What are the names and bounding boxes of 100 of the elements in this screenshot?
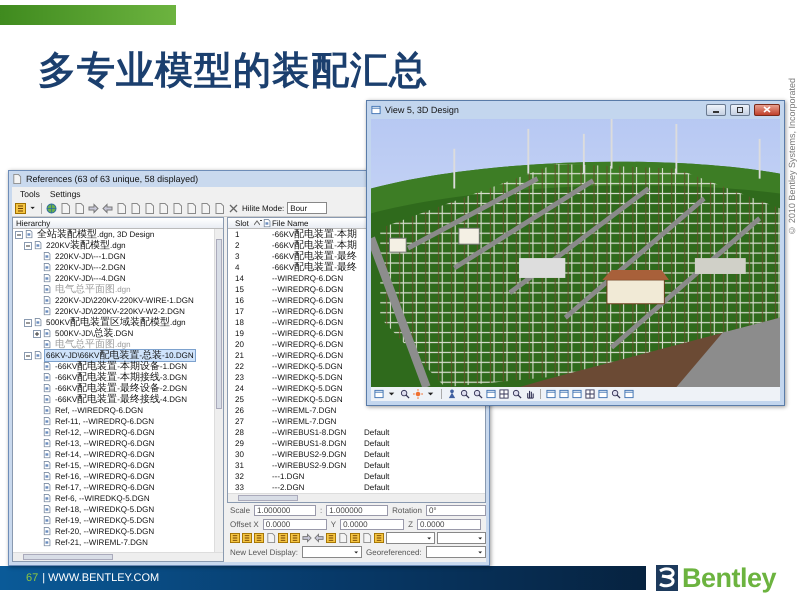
file-icon[interactable] — [43, 461, 52, 470]
tree-item[interactable]: 220KV-JD\---2.DGN — [54, 262, 127, 273]
menu-item[interactable]: Tools — [20, 188, 40, 198]
left-arrow-icon[interactable] — [102, 202, 113, 214]
document-icon[interactable] — [214, 202, 225, 214]
list-icon[interactable] — [326, 533, 336, 543]
horizontal-scrollbar[interactable] — [228, 493, 485, 502]
list-icon[interactable] — [350, 533, 360, 543]
document-icon[interactable] — [172, 202, 183, 214]
document-icon[interactable] — [158, 202, 169, 214]
window-icon[interactable] — [572, 389, 582, 400]
caret-icon[interactable] — [29, 204, 37, 212]
magnifier-icon[interactable] — [512, 389, 522, 400]
document-icon[interactable] — [266, 533, 276, 543]
document-icon[interactable] — [130, 202, 141, 214]
document-icon[interactable] — [186, 202, 197, 214]
tree-item[interactable]: 220KV-JD\220KV-220KV-WIRE-1.DGN — [54, 295, 195, 306]
cross-icon[interactable] — [228, 202, 239, 214]
tree-item[interactable]: 66KV-JD\66KV配电装置-总装-10.DGN — [45, 350, 195, 361]
hilite-mode-dropdown[interactable]: Bour — [287, 202, 328, 214]
person-icon[interactable] — [447, 389, 457, 400]
file-icon[interactable] — [43, 516, 52, 525]
left-arrow-icon[interactable] — [314, 533, 324, 543]
file-icon[interactable] — [43, 439, 52, 448]
list-icon[interactable] — [230, 533, 240, 543]
document-icon[interactable] — [362, 533, 372, 543]
file-icon[interactable] — [43, 527, 52, 536]
tree-item[interactable]: 220KV-JD\---1.DGN — [54, 251, 127, 262]
file-icon[interactable] — [43, 296, 52, 305]
list-icon[interactable] — [242, 533, 252, 543]
document-icon[interactable] — [338, 533, 348, 543]
tree-item[interactable]: Ref-19, --WIREDKQ-5.DGN — [54, 515, 156, 526]
right-arrow-icon[interactable] — [88, 202, 99, 214]
file-icon[interactable] — [43, 263, 52, 272]
window-icon[interactable] — [559, 389, 569, 400]
file-icon[interactable] — [43, 505, 52, 514]
input-field[interactable]: 0.0000 — [262, 518, 327, 530]
tree-item[interactable]: -66KV配电装置-最终设备-2.DGN — [54, 383, 188, 394]
tree-item[interactable]: -66KV配电装置-本期接线-3.DGN — [54, 372, 188, 383]
file-icon[interactable] — [43, 472, 52, 481]
tree-item[interactable]: Ref-15, --WIREDRQ-6.DGN — [54, 460, 156, 471]
tree-item[interactable]: 全站装配模型.dgn, 3D Design — [36, 229, 156, 240]
sort-icon[interactable] — [254, 220, 260, 226]
tree-item[interactable]: Ref-11, --WIREDRQ-6.DGN — [54, 416, 155, 427]
tree-item[interactable]: 220KV-JD\---4.DGN — [54, 273, 127, 284]
window-icon[interactable] — [371, 104, 381, 115]
expand-icon[interactable] — [33, 330, 41, 338]
window-icon[interactable] — [374, 389, 384, 400]
file-icon[interactable] — [43, 406, 52, 415]
file-icon[interactable] — [43, 384, 52, 393]
collapse-icon[interactable] — [15, 230, 23, 238]
globe-icon[interactable] — [46, 202, 57, 214]
menu-item[interactable]: Settings — [50, 188, 81, 198]
file-icon[interactable] — [43, 373, 52, 382]
grid-icon[interactable] — [499, 389, 509, 400]
tree-item[interactable]: 500KV配电装置区域装配模型.dgn — [45, 317, 187, 328]
file-icon[interactable] — [43, 450, 52, 459]
window-icon[interactable] — [486, 389, 496, 400]
file-icon[interactable] — [43, 307, 52, 316]
tree-item[interactable]: Ref-17, --WIREDRQ-6.DGN — [54, 482, 156, 493]
file-icon[interactable] — [43, 494, 52, 503]
input-field[interactable]: 1.000000 — [326, 504, 388, 516]
tree-item[interactable]: Ref-6, --WIREDKQ-5.DGN — [54, 493, 151, 504]
list-icon[interactable] — [290, 533, 300, 543]
input-field[interactable]: 1.000000 — [254, 504, 316, 516]
file-icon[interactable] — [43, 428, 52, 437]
tree-item[interactable]: Ref-16, --WIREDRQ-6.DGN — [54, 471, 156, 482]
input-field[interactable]: 0° — [426, 504, 486, 516]
collapse-icon[interactable] — [24, 352, 32, 360]
document-icon[interactable] — [60, 202, 71, 214]
tree-item[interactable]: Ref-14, --WIREDRQ-6.DGN — [54, 449, 156, 460]
caret-icon[interactable] — [353, 548, 360, 556]
tree-item[interactable]: Ref-21, --WIREML-7.DGN — [54, 537, 149, 548]
tree-item[interactable]: Ref-20, --WIREDKQ-5.DGN — [54, 526, 156, 537]
file-icon[interactable] — [43, 538, 52, 547]
vertical-scrollbar[interactable] — [214, 229, 223, 552]
file-icon[interactable] — [43, 417, 52, 426]
file-icon[interactable] — [43, 285, 52, 294]
tree-item[interactable]: -66KV配电装置-最终接线-4.DGN — [54, 394, 188, 405]
list-icon[interactable] — [15, 202, 26, 214]
file-icon[interactable] — [43, 274, 52, 283]
list-icon[interactable] — [254, 533, 264, 543]
caret-icon[interactable] — [426, 534, 433, 542]
file-icon[interactable] — [43, 362, 52, 371]
right-arrow-icon[interactable] — [302, 533, 312, 543]
document-icon[interactable] — [74, 202, 85, 214]
window-icon[interactable] — [598, 389, 608, 400]
magnifier-icon[interactable] — [611, 389, 621, 400]
file-icon[interactable] — [43, 395, 52, 404]
collapse-icon[interactable] — [24, 242, 32, 250]
file-icon[interactable] — [43, 252, 52, 261]
tree-item[interactable]: 220KV-JD\220KV-220KV-W2-2.DGN — [54, 306, 186, 317]
horizontal-scrollbar[interactable] — [13, 552, 223, 561]
hand-icon[interactable] — [525, 389, 535, 400]
tree-item[interactable]: -66KV配电装置-本期设备-1.DGN — [54, 361, 188, 372]
maximize-button[interactable] — [730, 104, 750, 116]
window-icon[interactable] — [546, 389, 556, 400]
document-icon[interactable] — [144, 202, 155, 214]
file-icon[interactable] — [43, 483, 52, 492]
minimize-button[interactable] — [706, 104, 726, 116]
